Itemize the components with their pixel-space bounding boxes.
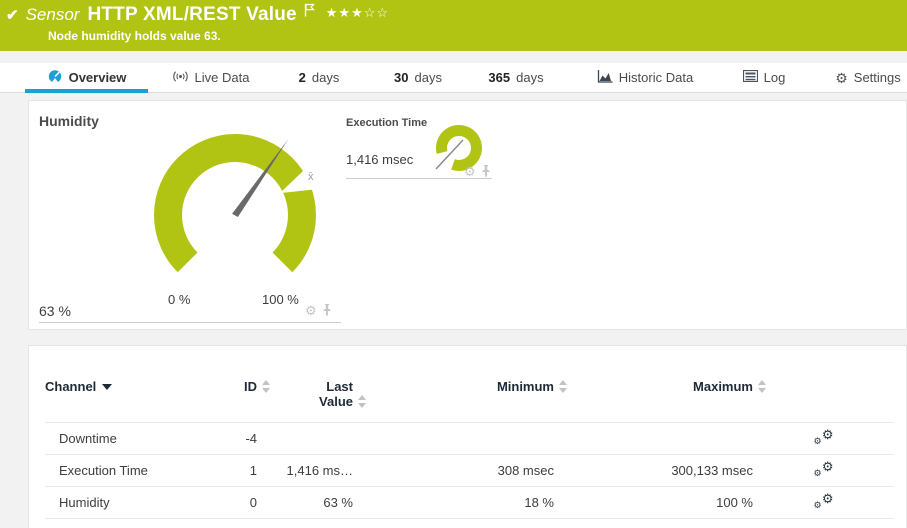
column-header-actions (753, 346, 894, 423)
live-broadcast-icon (172, 70, 189, 86)
tab-bar: Overview Live Data 2 days 30 days 365 da… (0, 63, 907, 93)
prtg-sensor-page: ✔ Sensor HTTP XML/REST Value ★★★☆☆ Node … (0, 0, 907, 528)
channel-actions-cell: ⚙⚙ (753, 487, 894, 519)
gauge-pin-icon[interactable] (481, 165, 491, 178)
settings-gear-icon: ⚙ (835, 71, 848, 85)
gauge-settings-gear-icon[interactable]: ⚙ (464, 165, 476, 178)
tab-overview[interactable]: Overview (25, 63, 148, 92)
tab-number: 365 (488, 70, 510, 85)
table-row: Downtime -4 ⚙⚙ (45, 423, 894, 455)
channel-minimum-cell (353, 423, 554, 455)
channel-minimum-cell: 308 msec (353, 455, 554, 487)
channel-actions-cell: ⚙⚙ (753, 423, 894, 455)
tab-number: 30 (394, 70, 408, 85)
column-label: Last Value (319, 379, 353, 409)
flag-icon[interactable] (303, 3, 316, 22)
tab-historic-data[interactable]: Historic Data (588, 63, 702, 92)
sensor-status-message: Node humidity holds value 63. (48, 29, 221, 43)
chevron-down-icon (102, 384, 112, 390)
tab-label: Overview (69, 70, 127, 85)
tab-unit: days (312, 70, 339, 85)
channel-maximum-cell: 100 % (554, 487, 753, 519)
column-label: Minimum (497, 379, 554, 394)
column-label: Channel (45, 379, 96, 394)
channels-panel: Channel ID Last Value Minimum Maximum (28, 345, 907, 528)
humidity-tile-actions: ⚙ (305, 304, 332, 317)
channel-name-cell: Downtime (45, 423, 195, 455)
channel-settings-gears-icon[interactable]: ⚙⚙ (814, 493, 834, 509)
channel-maximum-cell (554, 423, 753, 455)
channel-settings-gears-icon[interactable]: ⚙⚙ (814, 461, 834, 477)
channel-id-cell: 0 (195, 487, 257, 519)
channel-settings-gears-icon[interactable]: ⚙⚙ (814, 429, 834, 445)
column-header-minimum[interactable]: Minimum (353, 346, 554, 423)
execution-tile-actions: ⚙ (464, 165, 491, 178)
banner-title-row: ✔ Sensor HTTP XML/REST Value ★★★☆☆ (6, 4, 389, 26)
tab-30-days[interactable]: 30 days (385, 63, 451, 92)
sort-icon (758, 380, 767, 393)
table-row: Execution Time 1 1,416 ms… 308 msec 300,… (45, 455, 894, 487)
execution-time-gauge-title: Execution Time (346, 117, 427, 129)
tab-unit: days (415, 70, 442, 85)
gauge-settings-gear-icon[interactable]: ⚙ (305, 304, 317, 317)
object-kind-label: Sensor (26, 5, 80, 25)
gauge-min-label: 0 % (168, 292, 190, 307)
channel-minimum-cell: 18 % (353, 487, 554, 519)
log-list-icon (743, 70, 758, 85)
table-row: Humidity 0 63 % 18 % 100 % ⚙⚙ (45, 487, 894, 519)
channels-table: Channel ID Last Value Minimum Maximum (45, 346, 894, 519)
tab-live-data[interactable]: Live Data (163, 63, 258, 92)
tab-label: Historic Data (619, 70, 693, 85)
gauges-panel: Humidity 0 % 100 % x̄ 63 % ⚙ Execution T… (28, 100, 907, 330)
column-header-id[interactable]: ID (195, 346, 257, 423)
historic-chart-icon (597, 70, 613, 86)
tab-365-days[interactable]: 365 days (480, 63, 552, 92)
execution-tile-divider (346, 178, 492, 179)
tab-2-days[interactable]: 2 days (288, 63, 350, 92)
gauge-average-marker: x̄ (308, 171, 314, 183)
overview-gauge-icon (47, 69, 63, 87)
column-header-last-value[interactable]: Last Value (257, 346, 353, 423)
channel-id-cell: -4 (195, 423, 257, 455)
sensor-title: HTTP XML/REST Value (87, 4, 296, 26)
gauge-pin-icon[interactable] (322, 304, 332, 317)
sort-icon (262, 380, 271, 393)
gauge-max-label: 100 % (262, 292, 299, 307)
priority-stars[interactable]: ★★★☆☆ (326, 5, 389, 21)
tab-log[interactable]: Log (738, 63, 790, 92)
table-header-row: Channel ID Last Value Minimum Maximum (45, 346, 894, 423)
channel-name-cell: Execution Time (45, 455, 195, 487)
column-label: ID (244, 379, 257, 394)
tab-number: 2 (299, 70, 306, 85)
humidity-tile-divider (39, 322, 341, 323)
execution-time-current-value: 1,416 msec (346, 152, 413, 167)
tab-label: Settings (854, 70, 901, 85)
channel-last-value-cell: 1,416 ms… (257, 455, 353, 487)
status-ok-check-icon: ✔ (6, 6, 19, 24)
sensor-status-banner: ✔ Sensor HTTP XML/REST Value ★★★☆☆ Node … (0, 0, 907, 51)
channel-last-value-cell (257, 423, 353, 455)
humidity-current-value: 63 % (39, 303, 71, 319)
channel-last-value-cell: 63 % (257, 487, 353, 519)
sort-icon (559, 380, 568, 393)
humidity-gauge-title: Humidity (39, 113, 99, 129)
tab-label: Live Data (195, 70, 250, 85)
tab-settings[interactable]: ⚙ Settings (832, 63, 904, 92)
tab-label: Log (764, 70, 786, 85)
channel-name-cell: Humidity (45, 487, 195, 519)
sort-icon (358, 395, 367, 408)
active-tab-indicator (25, 89, 148, 93)
column-label: Maximum (693, 379, 753, 394)
column-header-maximum[interactable]: Maximum (554, 346, 753, 423)
channel-id-cell: 1 (195, 455, 257, 487)
column-header-channel[interactable]: Channel (45, 346, 195, 423)
humidity-gauge (135, 115, 335, 320)
channel-maximum-cell: 300,133 msec (554, 455, 753, 487)
tab-unit: days (516, 70, 543, 85)
channel-actions-cell: ⚙⚙ (753, 455, 894, 487)
